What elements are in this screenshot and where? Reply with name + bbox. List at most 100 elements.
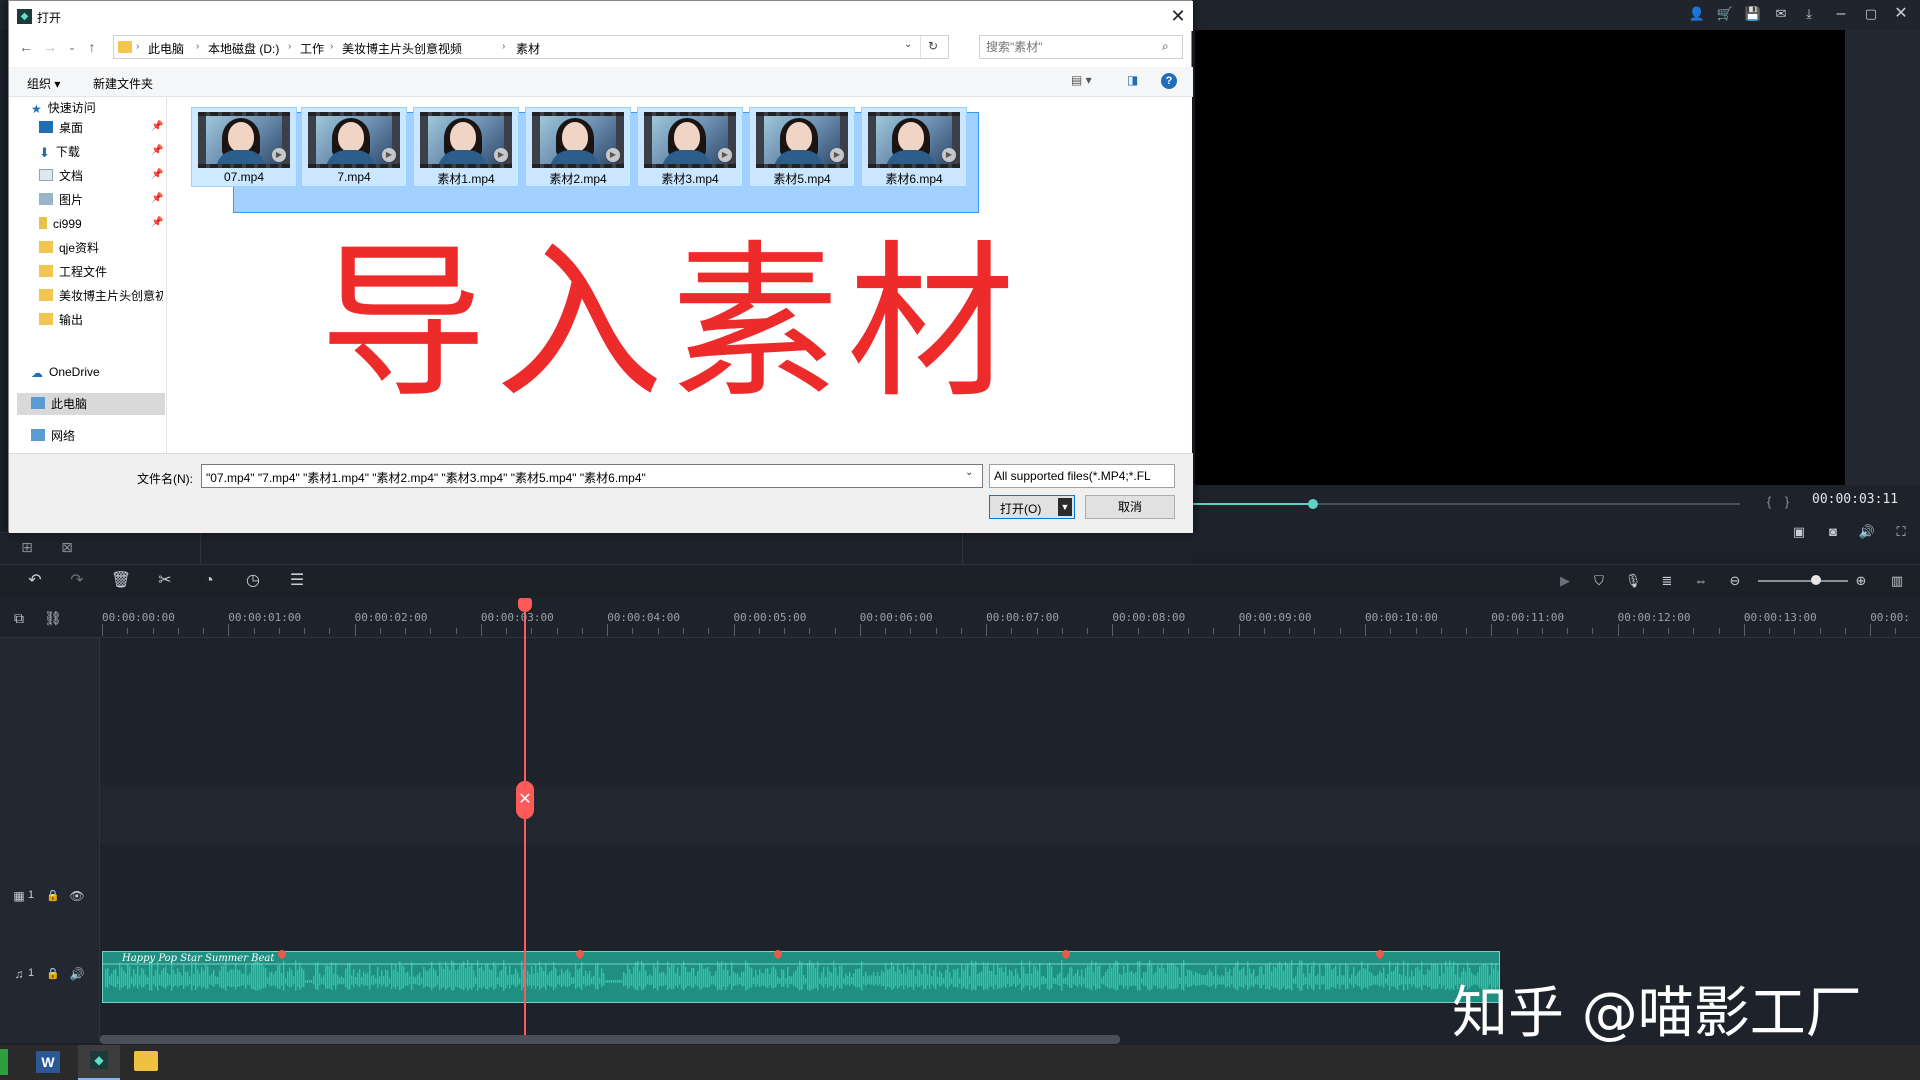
snapshot-icon[interactable]: ◙ [1822, 522, 1844, 544]
file-item[interactable]: ▶ 素材5.mp4 [749, 107, 855, 187]
playback-progress-knob[interactable] [1307, 499, 1318, 509]
nav-quick-access[interactable]: ★ 快速访问 [31, 97, 96, 119]
account-icon[interactable]: 👤 [1686, 4, 1708, 26]
file-item[interactable]: ▶ 素材2.mp4 [525, 107, 631, 187]
microphone-icon[interactable]: 🎙 [1622, 571, 1644, 593]
zoom-out-icon[interactable]: ⊖ [1724, 571, 1746, 593]
nav-pictures[interactable]: 图片 [39, 189, 83, 211]
breadcrumb-item[interactable]: 工作 [300, 40, 324, 57]
close-window-icon[interactable]: ✕ [1890, 4, 1912, 26]
view-options-icon[interactable]: ▤ ▾ [1071, 73, 1092, 87]
lock-icon[interactable]: 🔒 [42, 964, 64, 986]
forward-icon[interactable]: → [41, 36, 59, 58]
file-item[interactable]: ▶ 素材1.mp4 [413, 107, 519, 187]
up-icon[interactable]: ↑ [83, 36, 101, 58]
mark-out-icon[interactable]: } [1776, 492, 1798, 514]
nav-onedrive[interactable]: ☁ OneDrive [31, 361, 100, 383]
search-input[interactable] [986, 39, 1156, 55]
nav-this-pc[interactable]: 此电脑 [31, 393, 87, 415]
close-icon[interactable]: ✕ [1167, 5, 1189, 27]
render-icon[interactable]: ▶ [1554, 571, 1576, 593]
waveform-bar [343, 977, 345, 984]
layout-icon[interactable]: ▥ [1886, 571, 1908, 593]
mail-icon[interactable]: ✉ [1770, 4, 1792, 26]
minimize-icon[interactable]: – [1830, 4, 1852, 26]
word-app-icon[interactable]: W [36, 1051, 60, 1073]
filmora-taskbar-button[interactable]: ◆ [78, 1045, 120, 1080]
address-dropdown-icon[interactable]: ⌄ [904, 39, 912, 50]
nav-documents[interactable]: 文档 [39, 165, 83, 187]
timeline-scrollbar[interactable] [100, 1035, 1120, 1044]
nav-network[interactable]: 网络 [31, 425, 75, 447]
remove-folder-icon[interactable]: ⊠ [56, 537, 78, 559]
display-settings-icon[interactable]: ▣ [1788, 522, 1810, 544]
pin-icon[interactable]: 📌 [151, 217, 163, 228]
back-icon[interactable]: ← [17, 36, 35, 58]
new-folder-button[interactable]: 新建文件夹 [93, 75, 153, 92]
cut-icon[interactable]: ✂ [154, 571, 176, 593]
marker-icon[interactable]: ⛉ [1588, 571, 1610, 593]
open-button[interactable]: 打开(O) ▼ [989, 495, 1075, 519]
nav-desktop[interactable]: 桌面 [39, 117, 83, 139]
nav-qje[interactable]: qje资料 [39, 237, 99, 259]
cart-icon[interactable]: 🛒 [1714, 4, 1736, 26]
adjust-icon[interactable]: ☰ [286, 571, 308, 593]
breadcrumb-item[interactable]: 素材 [516, 40, 540, 57]
breadcrumb-item[interactable]: 美妆博主片头创意视频 [342, 40, 462, 57]
filename-input[interactable]: "07.mp4" "7.mp4" "素材1.mp4" "素材2.mp4" "素材… [201, 464, 983, 488]
lock-icon[interactable]: 🔒 [42, 886, 64, 908]
organize-button[interactable]: 组织 ▾ [27, 75, 60, 92]
pin-icon[interactable]: 📌 [151, 145, 163, 156]
playhead-handle[interactable] [518, 598, 532, 612]
file-item[interactable]: ▶ 素材3.mp4 [637, 107, 743, 187]
taskbar-app-icon[interactable] [0, 1049, 8, 1075]
nav-project-files[interactable]: 工程文件 [39, 261, 107, 283]
open-options-icon[interactable]: ▼ [1058, 498, 1072, 516]
fit-icon[interactable]: ⇔ [1690, 571, 1712, 593]
maximize-icon[interactable]: ▢ [1860, 4, 1882, 26]
help-icon[interactable]: ? [1161, 73, 1177, 89]
pin-icon[interactable]: 📌 [151, 169, 163, 180]
nav-beauty-folder[interactable]: 美妆博主片头创意初 [39, 285, 163, 307]
add-folder-icon[interactable]: ⊞ [16, 537, 38, 559]
nav-ci999[interactable]: ci999 [39, 213, 82, 235]
split-icon[interactable]: ✕ [516, 781, 534, 819]
recent-dropdown-icon[interactable]: ⌄ [63, 36, 81, 58]
link-icon[interactable]: ⛓ [42, 608, 64, 630]
search-box[interactable]: ⌕ [979, 35, 1183, 59]
breadcrumb-item[interactable]: 此电脑 [148, 40, 184, 57]
address-bar[interactable]: › 此电脑 › 本地磁盘 (D:) › 工作 › 美妆博主片头创意视频 › 素材… [113, 35, 949, 59]
file-type-select[interactable]: All supported files(*.MP4;*.FL [989, 464, 1175, 488]
volume-icon[interactable]: 🔊 [1856, 522, 1878, 544]
file-item[interactable]: ▶ 素材6.mp4 [861, 107, 967, 187]
eye-icon[interactable]: 👁 [66, 886, 88, 908]
save-icon[interactable]: 💾 [1742, 4, 1764, 26]
undo-icon[interactable]: ↶ [24, 571, 46, 593]
breadcrumb-item[interactable]: 本地磁盘 (D:) [208, 40, 279, 57]
file-item[interactable]: ▶ 07.mp4 [191, 107, 297, 187]
file-item[interactable]: ▶ 7.mp4 [301, 107, 407, 187]
duration-icon[interactable]: ◷ [242, 571, 264, 593]
fullscreen-icon[interactable]: ⛶ [1890, 522, 1912, 544]
pin-icon[interactable]: 📌 [151, 121, 163, 132]
speaker-icon[interactable]: 🔊 [66, 964, 88, 986]
pin-icon[interactable]: 📌 [151, 193, 163, 204]
file-explorer-icon[interactable] [134, 1051, 158, 1071]
nav-downloads[interactable]: ⬇ 下载 [39, 141, 80, 163]
add-track-icon[interactable]: ⧉ [8, 608, 30, 630]
nav-output[interactable]: 输出 [39, 309, 83, 331]
mixer-icon[interactable]: ≣ [1656, 571, 1678, 593]
zoom-slider-track[interactable] [1758, 580, 1848, 582]
delete-icon[interactable]: 🗑 [110, 571, 132, 593]
track-lane[interactable] [100, 785, 1920, 845]
zoom-slider-knob[interactable] [1810, 575, 1821, 585]
refresh-icon[interactable]: ↻ [928, 39, 938, 53]
filename-dropdown-icon[interactable]: ⌄ [965, 467, 973, 478]
download-icon[interactable]: ⤓ [1798, 4, 1820, 26]
preview-pane-icon[interactable]: ◨ [1127, 73, 1138, 87]
zoom-in-icon[interactable]: ⊕ [1850, 571, 1872, 593]
speed-icon[interactable]: ◔ [198, 571, 220, 593]
audio-clip[interactable] [102, 951, 1500, 1003]
cancel-button[interactable]: 取消 [1085, 495, 1175, 519]
redo-icon[interactable]: ↷ [66, 571, 88, 593]
